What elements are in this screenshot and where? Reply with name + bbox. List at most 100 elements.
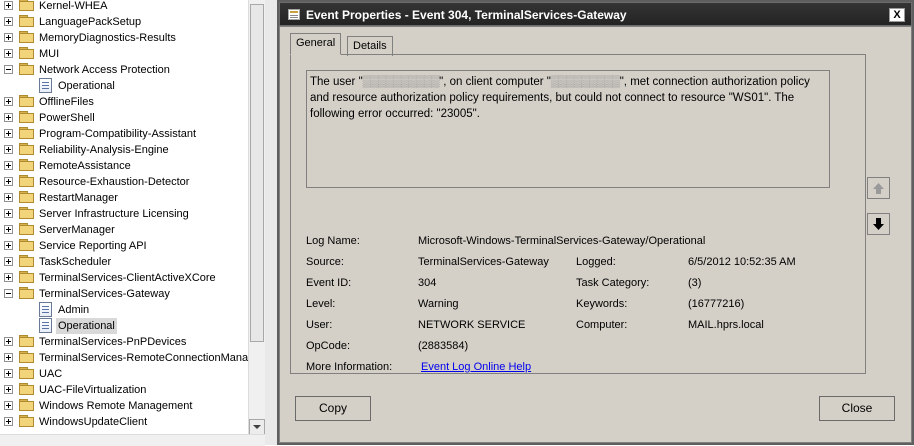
tree-item-folder[interactable]: Windows Remote Management <box>0 398 248 414</box>
description-text: ", on client computer " <box>439 76 551 88</box>
tree-item-folder[interactable]: UAC-FileVirtualization <box>0 382 248 398</box>
tree-item-folder[interactable]: LanguagePackSetup <box>0 14 248 30</box>
folder-icon <box>19 255 35 268</box>
expand-plus-icon[interactable] <box>4 33 13 42</box>
event-log-online-help-link[interactable]: Event Log Online Help <box>421 361 531 373</box>
tree-item-label: Server Infrastructure Licensing <box>39 208 189 220</box>
expand-plus-icon[interactable] <box>4 337 13 346</box>
level-label: Level: <box>306 298 336 310</box>
tree-item-label: LanguagePackSetup <box>39 16 142 28</box>
tree-item-folder[interactable]: Resource-Exhaustion-Detector <box>0 174 248 190</box>
tree-item-label: TerminalServices-ClientActiveXCore <box>39 272 216 284</box>
expand-plus-icon[interactable] <box>4 209 13 218</box>
previous-event-button[interactable] <box>867 177 890 199</box>
expand-plus-icon[interactable] <box>4 417 13 426</box>
tree-item-label: TerminalServices-PnPDevices <box>39 336 187 348</box>
expand-plus-icon[interactable] <box>4 401 13 410</box>
tree-item-folder[interactable]: Kernel-WHEA <box>0 0 248 14</box>
tab-details[interactable]: Details <box>347 36 393 56</box>
close-button[interactable]: Close <box>819 396 895 421</box>
tree-item-label: TaskScheduler <box>39 256 112 268</box>
folder-icon <box>19 383 35 396</box>
folder-icon <box>19 0 35 12</box>
tree-item-label: Service Reporting API <box>39 240 147 252</box>
expand-plus-icon[interactable] <box>4 193 13 202</box>
expand-plus-icon[interactable] <box>4 129 13 138</box>
source-value: TerminalServices-Gateway <box>418 256 549 268</box>
expand-plus-icon[interactable] <box>4 241 13 250</box>
expand-plus-icon[interactable] <box>4 385 13 394</box>
redacted-user: ▒▒▒▒▒▒▒▒▒▒ <box>362 76 440 88</box>
arrow-down-icon <box>873 218 884 230</box>
expand-plus-icon[interactable] <box>4 17 13 26</box>
close-window-button[interactable]: X <box>889 8 905 22</box>
expand-plus-icon[interactable] <box>4 113 13 122</box>
tree-item-folder[interactable]: Program-Compatibility-Assistant <box>0 126 248 142</box>
tree-item-folder[interactable]: RemoteAssistance <box>0 158 248 174</box>
folder-icon <box>19 271 35 284</box>
tree-item-log[interactable]: Operational <box>0 78 248 94</box>
expand-plus-icon[interactable] <box>4 257 13 266</box>
tree-item-folder[interactable]: OfflineFiles <box>0 94 248 110</box>
folder-icon <box>19 47 35 60</box>
folder-icon <box>19 111 35 124</box>
tree-item-folder[interactable]: TerminalServices-RemoteConnectionManag <box>0 350 248 366</box>
folder-icon <box>19 223 35 236</box>
tree-item-folder[interactable]: Server Infrastructure Licensing <box>0 206 248 222</box>
tree-item-folder[interactable]: RestartManager <box>0 190 248 206</box>
tree-item-folder[interactable]: TerminalServices-Gateway <box>0 286 248 302</box>
tree-item-folder[interactable]: Service Reporting API <box>0 238 248 254</box>
next-event-button[interactable] <box>867 213 890 235</box>
copy-button[interactable]: Copy <box>295 396 371 421</box>
expand-plus-icon[interactable] <box>4 97 13 106</box>
tree-item-label: OfflineFiles <box>39 96 94 108</box>
expand-plus-icon[interactable] <box>4 369 13 378</box>
pane-splitter[interactable] <box>265 0 277 445</box>
tab-general[interactable]: General <box>290 33 342 55</box>
log-icon <box>39 302 52 317</box>
tree-item-folder[interactable]: ServerManager <box>0 222 248 238</box>
tree-item-label: Admin <box>58 304 90 316</box>
expand-plus-icon[interactable] <box>4 49 13 58</box>
tree-item-folder[interactable]: MUI <box>0 46 248 62</box>
expand-plus-icon[interactable] <box>4 273 13 282</box>
redacted-computer: ▒▒▒▒▒▒▒▒▒ <box>550 76 620 88</box>
expand-plus-icon[interactable] <box>4 177 13 186</box>
tree-item-folder[interactable]: TerminalServices-ClientActiveXCore <box>0 270 248 286</box>
expand-plus-icon[interactable] <box>4 145 13 154</box>
expand-plus-icon[interactable] <box>4 161 13 170</box>
collapse-minus-icon[interactable] <box>4 65 13 74</box>
expand-plus-icon[interactable] <box>4 225 13 234</box>
source-label: Source: <box>306 256 344 268</box>
tree-vertical-scrollbar[interactable] <box>248 0 265 445</box>
tree-item-folder[interactable]: PowerShell <box>0 110 248 126</box>
opcode-label: OpCode: <box>306 340 351 352</box>
folder-icon <box>19 351 35 364</box>
tree-item-folder[interactable]: MemoryDiagnostics-Results <box>0 30 248 46</box>
tree-item-folder[interactable]: UAC <box>0 366 248 382</box>
user-label: User: <box>306 319 333 331</box>
keywords-label: Keywords: <box>576 298 628 310</box>
folder-icon <box>19 287 35 300</box>
tree-item-log[interactable]: Operational <box>0 318 248 334</box>
expand-plus-icon[interactable] <box>4 353 13 362</box>
folder-icon <box>19 367 35 380</box>
general-tab-panel: The user "▒▒▒▒▒▒▒▒▒▒", on client compute… <box>290 54 866 374</box>
tree-item-folder[interactable]: WindowsUpdateClient <box>0 414 248 430</box>
tree-horizontal-scrollbar[interactable] <box>0 434 265 446</box>
collapse-minus-icon[interactable] <box>4 289 13 298</box>
tree-item-folder[interactable]: TaskScheduler <box>0 254 248 270</box>
tree-item-folder[interactable]: Network Access Protection <box>0 62 248 78</box>
tree-item-log[interactable]: Admin <box>0 302 248 318</box>
tree-item-label: MUI <box>39 48 60 60</box>
scroll-down-arrow-icon[interactable] <box>249 419 265 435</box>
expand-plus-icon[interactable] <box>4 1 13 10</box>
tree-item-label: UAC <box>39 368 63 380</box>
folder-icon <box>19 399 35 412</box>
scrollbar-thumb[interactable] <box>250 4 264 342</box>
folder-icon <box>19 239 35 252</box>
tree-item-folder[interactable]: TerminalServices-PnPDevices <box>0 334 248 350</box>
dialog-titlebar[interactable]: Event Properties - Event 304, TerminalSe… <box>279 2 912 26</box>
event-description[interactable]: The user "▒▒▒▒▒▒▒▒▒▒", on client compute… <box>306 70 830 188</box>
tree-item-folder[interactable]: Reliability-Analysis-Engine <box>0 142 248 158</box>
